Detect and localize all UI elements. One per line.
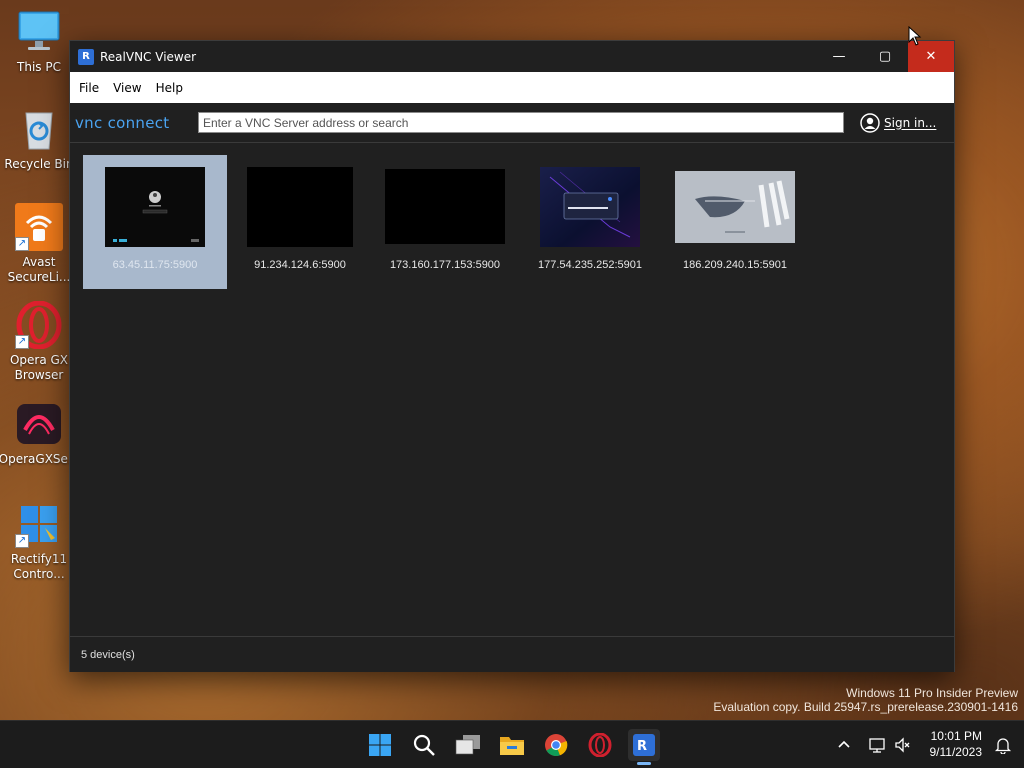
menu-bar: File View Help [70,72,954,103]
desktop-icon-this-pc[interactable]: This PC [4,8,74,75]
desktop-icon-opera-gx[interactable]: ↗ Opera GX Browser [4,300,74,383]
toolbar: vnc connect Sign in... [70,103,954,143]
opera-icon[interactable] [584,729,616,761]
device-tile[interactable]: 91.234.124.6:5900 [228,155,372,289]
avast-secureline-icon: ↗ [15,203,63,251]
system-tray [836,721,912,768]
task-view-icon[interactable] [452,729,484,761]
chrome-icon[interactable] [540,729,572,761]
device-count: 5 device(s) [81,648,135,661]
sign-in-button[interactable]: Sign in... [860,112,937,133]
recycle-bin-icon [15,105,63,153]
device-thumbnail [247,167,353,251]
realvnc-viewer-window: R RealVNC Viewer — ▢ ✕ File View Help vn… [69,40,955,672]
window-title: RealVNC Viewer [100,49,197,64]
menu-view[interactable]: View [106,81,148,95]
title-bar[interactable]: R RealVNC Viewer — ▢ ✕ [70,41,954,72]
minimize-button[interactable]: — [816,41,862,72]
monitor-icon [15,8,63,56]
desktop-icon-operagx-setup[interactable]: OperaGXSe... [0,400,79,467]
device-tile[interactable]: 186.209.240.15:5901 [663,155,807,289]
svg-text:R: R [637,739,647,754]
device-thumbnail [105,167,205,251]
windows-watermark: Windows 11 Pro Insider Preview Evaluatio… [713,686,1018,714]
desktop-icon-label: Opera GX Browser [9,353,69,382]
taskbar: R 10:01 PM 9/11/2023 [0,720,1024,768]
volume-muted-icon[interactable] [894,736,912,754]
desktop-icon-label: Rectify11 Contro... [10,552,68,581]
device-address: 63.45.11.75:5900 [112,259,198,271]
clock-date: 9/11/2023 [929,745,983,759]
network-icon[interactable] [868,736,886,754]
desktop-icon-recycle-bin[interactable]: Recycle Bin [4,105,74,172]
chevron-up-icon[interactable] [836,737,852,753]
shortcut-arrow-icon: ↗ [15,534,29,548]
mouse-cursor-icon [908,26,922,46]
watermark-line-2: Evaluation copy. Build 25947.rs_prerelea… [713,700,1018,714]
device-tile[interactable]: 177.54.235.252:5901 [518,155,662,289]
device-tile[interactable]: 173.160.177.153:5900 [373,155,517,289]
opera-gx-icon: ↗ [15,300,63,350]
device-tile[interactable]: 63.45.11.75:5900 [83,155,227,289]
rectify11-icon: ↗ [15,500,63,548]
desktop-icon-label: Recycle Bin [4,157,74,171]
device-address: 177.54.235.252:5901 [538,259,642,271]
shortcut-arrow-icon: ↗ [15,335,29,349]
server-address-input[interactable] [198,112,844,133]
device-thumbnail [540,167,640,251]
menu-help[interactable]: Help [149,81,190,95]
realvnc-icon[interactable]: R [628,729,660,765]
watermark-line-1: Windows 11 Pro Insider Preview [846,686,1018,700]
device-address: 173.160.177.153:5900 [389,259,501,271]
operagx-setup-icon [15,400,63,448]
device-address: 91.234.124.6:5900 [254,259,346,271]
desktop-icon-avast[interactable]: ↗ Avast SecureLi... [4,203,74,285]
device-address: 186.209.240.15:5901 [683,259,787,271]
file-explorer-icon[interactable] [496,729,528,761]
device-thumbnail [385,169,505,248]
vnc-connect-logo: vnc connect [75,113,170,132]
start-icon[interactable] [364,729,396,761]
sign-in-label: Sign in... [884,115,937,130]
desktop-icon-rectify11[interactable]: ↗ Rectify11 Contro... [4,500,74,582]
realvnc-app-icon: R [78,48,94,65]
desktop-icon-label: Avast SecureLi... [7,255,71,284]
clock-time: 10:01 PM [930,729,982,743]
clock[interactable]: 10:01 PM 9/11/2023 [930,728,983,760]
person-icon [860,112,880,133]
maximize-button[interactable]: ▢ [862,41,908,72]
device-thumbnail [675,171,795,247]
status-bar: 5 device(s) [70,636,954,672]
device-grid: 63.45.11.75:5900 91.234.124.6:5900 173.1… [70,143,954,636]
search-icon[interactable] [408,729,440,761]
menu-file[interactable]: File [72,81,106,95]
notification-bell-icon[interactable] [994,736,1012,754]
desktop-icon-label: This PC [17,60,61,74]
desktop-icon-label: OperaGXSe... [0,452,80,466]
shortcut-arrow-icon: ↗ [15,237,29,251]
